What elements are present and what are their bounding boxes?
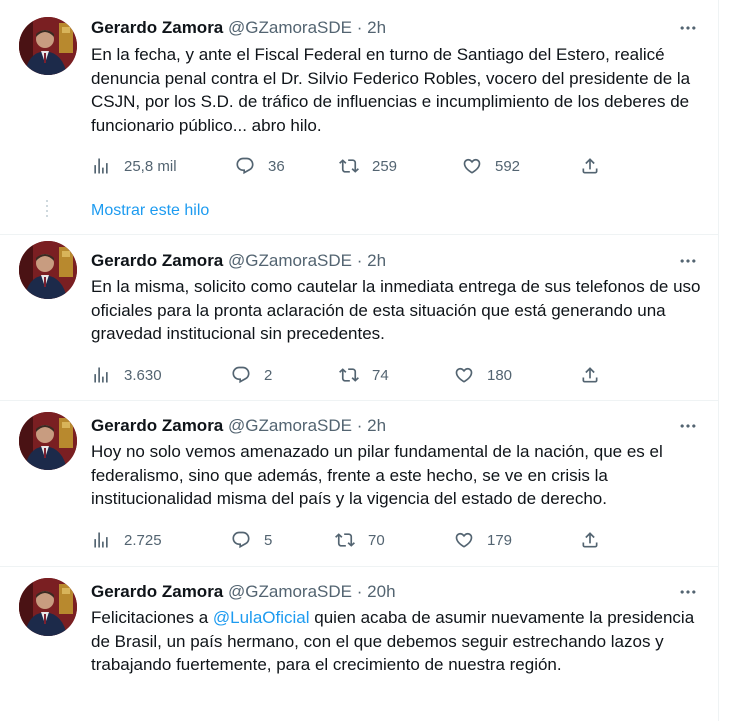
like-button[interactable]: 592 xyxy=(462,154,520,178)
views-button[interactable]: 2.725 xyxy=(91,528,162,552)
tweet[interactable]: Gerardo Zamora @GZamoraSDE · 20h Felicit… xyxy=(0,567,718,721)
retweet-count: 259 xyxy=(372,157,398,175)
reply-button[interactable]: 5 xyxy=(231,528,272,552)
author-name[interactable]: Gerardo Zamora xyxy=(91,416,223,435)
author-handle[interactable]: @GZamoraSDE xyxy=(228,416,352,435)
views-icon xyxy=(91,156,111,176)
author-handle[interactable]: @GZamoraSDE xyxy=(228,251,352,270)
tweet-text: En la fecha, y ante el Fiscal Federal en… xyxy=(91,45,695,135)
thread-connector xyxy=(44,200,50,217)
like-count: 179 xyxy=(487,531,513,549)
tweet-header: Gerardo Zamora @GZamoraSDE · 2h xyxy=(91,415,386,437)
views-icon xyxy=(91,365,111,385)
tweet-text: Felicitaciones a @LulaOficial quien acab… xyxy=(91,606,701,677)
tweet[interactable]: Gerardo Zamora @GZamoraSDE · 2h Hoy no s… xyxy=(0,401,718,566)
retweet-button[interactable]: 70 xyxy=(335,528,385,552)
tweet[interactable]: Gerardo Zamora @GZamoraSDE · 2h En la mi… xyxy=(0,235,718,400)
reply-button[interactable]: 2 xyxy=(231,363,272,387)
separator-dot: · xyxy=(356,251,363,270)
more-icon[interactable] xyxy=(676,418,700,434)
more-icon[interactable] xyxy=(676,253,700,269)
separator-dot: · xyxy=(356,582,363,601)
tweet-text: Hoy no solo vemos amenazado un pilar fun… xyxy=(91,442,668,508)
share-icon xyxy=(580,156,600,176)
retweet-icon xyxy=(339,365,359,385)
retweet-count: 70 xyxy=(368,531,385,549)
share-icon xyxy=(580,365,600,385)
like-count: 180 xyxy=(487,366,513,384)
reply-button[interactable]: 36 xyxy=(235,154,285,178)
more-icon[interactable] xyxy=(676,584,700,600)
separator-dot: · xyxy=(356,416,363,435)
tweet-text: En la misma, solicito como cautelar la i… xyxy=(91,277,706,343)
tweet[interactable]: Gerardo Zamora @GZamoraSDE · 2h En la fe… xyxy=(0,0,718,182)
author-handle[interactable]: @GZamoraSDE xyxy=(228,18,352,37)
reply-count: 2 xyxy=(264,366,273,384)
reply-count: 5 xyxy=(264,531,273,549)
tweet-header: Gerardo Zamora @GZamoraSDE · 20h xyxy=(91,581,396,603)
like-button[interactable]: 180 xyxy=(454,363,512,387)
timestamp[interactable]: 2h xyxy=(367,251,386,270)
avatar[interactable] xyxy=(19,412,77,470)
tweet-text-part: Felicitaciones a xyxy=(91,608,213,627)
views-count: 2.725 xyxy=(124,531,162,549)
like-count: 592 xyxy=(495,157,521,175)
timestamp[interactable]: 2h xyxy=(367,416,386,435)
action-bar: 2.725 5 70 179 xyxy=(91,528,611,552)
avatar[interactable] xyxy=(19,241,77,299)
share-button[interactable] xyxy=(580,528,600,552)
retweet-icon xyxy=(339,156,359,176)
views-count: 25,8 mil xyxy=(124,157,177,175)
author-handle[interactable]: @GZamoraSDE xyxy=(228,582,352,601)
retweet-count: 74 xyxy=(372,366,389,384)
views-button[interactable]: 25,8 mil xyxy=(91,154,177,178)
like-button[interactable]: 179 xyxy=(454,528,512,552)
author-name[interactable]: Gerardo Zamora xyxy=(91,582,223,601)
more-icon[interactable] xyxy=(676,20,700,36)
retweet-icon xyxy=(335,530,355,550)
mention-link[interactable]: @LulaOficial xyxy=(213,608,310,627)
action-bar: 3.630 2 74 180 xyxy=(91,363,611,387)
author-name[interactable]: Gerardo Zamora xyxy=(91,18,223,37)
tweet-header: Gerardo Zamora @GZamoraSDE · 2h xyxy=(91,250,386,272)
reply-count: 36 xyxy=(268,157,285,175)
reply-icon xyxy=(231,530,251,550)
share-button[interactable] xyxy=(580,363,600,387)
share-button[interactable] xyxy=(580,154,600,178)
timeline: Gerardo Zamora @GZamoraSDE · 2h En la fe… xyxy=(0,0,719,721)
like-icon xyxy=(462,156,482,176)
avatar[interactable] xyxy=(19,578,77,636)
reply-icon xyxy=(235,156,255,176)
retweet-button[interactable]: 259 xyxy=(339,154,397,178)
like-icon xyxy=(454,365,474,385)
tweet-header: Gerardo Zamora @GZamoraSDE · 2h xyxy=(91,17,386,39)
show-thread-link[interactable]: Mostrar este hilo xyxy=(91,202,209,220)
separator-dot: · xyxy=(356,18,363,37)
reply-icon xyxy=(231,365,251,385)
views-icon xyxy=(91,530,111,550)
retweet-button[interactable]: 74 xyxy=(339,363,389,387)
avatar[interactable] xyxy=(19,17,77,75)
like-icon xyxy=(454,530,474,550)
views-button[interactable]: 3.630 xyxy=(91,363,162,387)
author-name[interactable]: Gerardo Zamora xyxy=(91,251,223,270)
share-icon xyxy=(580,530,600,550)
views-count: 3.630 xyxy=(124,366,162,384)
timestamp[interactable]: 2h xyxy=(367,18,386,37)
action-bar: 25,8 mil 36 259 592 xyxy=(91,154,611,178)
timestamp[interactable]: 20h xyxy=(367,582,395,601)
